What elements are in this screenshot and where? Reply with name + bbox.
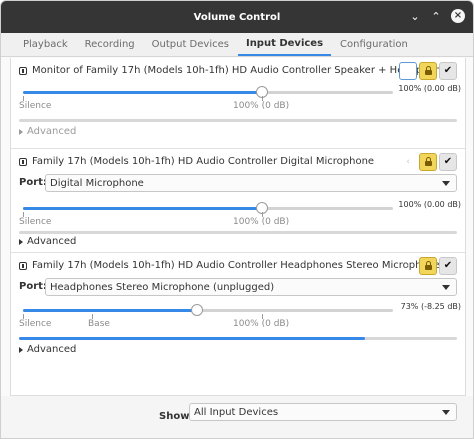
volume-slider[interactable] [23,304,393,316]
show-filter-value: All Input Devices [194,406,279,418]
chevron-left-icon: ‹ [406,157,410,167]
volume-slider-fill [23,207,262,210]
chevron-down-icon [442,285,450,290]
tab-configuration[interactable]: Configuration [332,33,416,56]
tick-label-100: 100% (0 dB) [233,101,290,111]
close-button[interactable]: × [451,9,465,23]
device-name: Family 17h (Models 10h-1fh) HD Audio Con… [32,156,375,167]
tab-recording[interactable]: Recording [77,33,143,56]
set-default-button[interactable]: ✔ [439,62,457,80]
level-meter [19,231,457,234]
chevron-down-icon [442,410,450,415]
port-value: Digital Microphone [50,177,144,189]
volume-value: 100% (0.00 dB) [398,84,461,93]
tick-label-100: 100% (0 dB) [233,217,290,227]
advanced-label: Advanced [27,236,77,247]
titlebar: Volume Control ⌄ ⌃ × [1,1,473,33]
volume-slider-fill [23,309,197,312]
tick-label-silence: Silence [19,217,52,227]
level-meter [19,337,457,340]
tab-playback[interactable]: Playback [15,33,76,56]
set-default-button[interactable]: ✔ [439,153,457,171]
lock-icon [424,157,432,166]
show-filter-dropdown[interactable]: All Input Devices [189,403,457,421]
device-icon [19,262,27,270]
device-card-monitor: Monitor of Family 17h (Models 10h-1fh) H… [11,58,465,155]
chevron-left-icon: ‹ [406,261,410,271]
port-dropdown[interactable]: Headphones Stereo Microphone (unplugged) [45,278,457,296]
port-value: Headphones Stereo Microphone (unplugged) [50,281,275,293]
advanced-label: Advanced [27,126,77,137]
footer-bar: Show: All Input Devices [1,396,473,438]
mute-toggle-button[interactable]: ‹ [399,257,417,275]
input-devices-list: Monitor of Family 17h (Models 10h-1fh) H… [10,58,466,396]
lock-icon [424,66,432,75]
tick-label-silence: Silence [19,101,52,111]
window-controls: ⌄ ⌃ × [409,9,465,23]
expand-arrow-icon [19,346,23,353]
advanced-expander[interactable]: Advanced [19,126,76,137]
tick-label-silence: Silence [19,319,52,329]
volume-slider[interactable] [23,86,393,98]
check-icon: ✔ [443,260,453,271]
level-meter [19,119,457,122]
level-meter-fill [19,337,365,340]
lock-channels-button[interactable] [419,62,437,80]
check-icon: ✔ [443,156,453,167]
device-card-headphones-microphone: Family 17h (Models 10h-1fh) HD Audio Con… [11,253,465,363]
volume-slider[interactable] [23,202,393,214]
tick-label-base: Base [88,319,110,329]
tab-output-devices[interactable]: Output Devices [144,33,237,56]
lock-channels-button[interactable] [419,153,437,171]
lock-icon [424,261,432,270]
mute-toggle-button[interactable]: ‹ [399,153,417,171]
device-name: Monitor of Family 17h (Models 10h-1fh) H… [32,65,453,76]
advanced-label: Advanced [27,344,77,355]
device-card-digital-microphone: Family 17h (Models 10h-1fh) HD Audio Con… [11,149,465,252]
check-icon: ✔ [443,65,453,76]
advanced-expander[interactable]: Advanced [19,344,76,355]
port-label: Port: [19,177,47,188]
volume-value: 100% (0.00 dB) [398,200,461,209]
port-label: Port: [19,281,47,292]
mute-toggle-button[interactable] [399,62,417,80]
volume-control-window: Volume Control ⌄ ⌃ × Playback Recording … [0,0,474,439]
port-dropdown[interactable]: Digital Microphone [45,174,457,192]
chevron-down-icon [442,181,450,186]
device-icon [19,67,27,75]
device-name: Family 17h (Models 10h-1fh) HD Audio Con… [32,260,441,271]
volume-slider-fill [23,91,262,94]
volume-slider-handle[interactable] [191,304,203,316]
tab-bar: Playback Recording Output Devices Input … [1,33,473,57]
tick-label-100: 100% (0 dB) [233,319,290,329]
device-icon [19,158,27,166]
window-title: Volume Control [193,11,281,23]
advanced-expander[interactable]: Advanced [19,236,76,247]
minimize-button[interactable]: ⌄ [409,9,421,23]
volume-value: 73% (-8.25 dB) [400,302,461,311]
lock-channels-button[interactable] [419,257,437,275]
maximize-button[interactable]: ⌃ [430,9,442,23]
tab-input-devices[interactable]: Input Devices [237,33,332,56]
expand-arrow-icon [19,128,23,135]
set-default-button[interactable]: ✔ [439,257,457,275]
expand-arrow-icon [19,238,23,245]
